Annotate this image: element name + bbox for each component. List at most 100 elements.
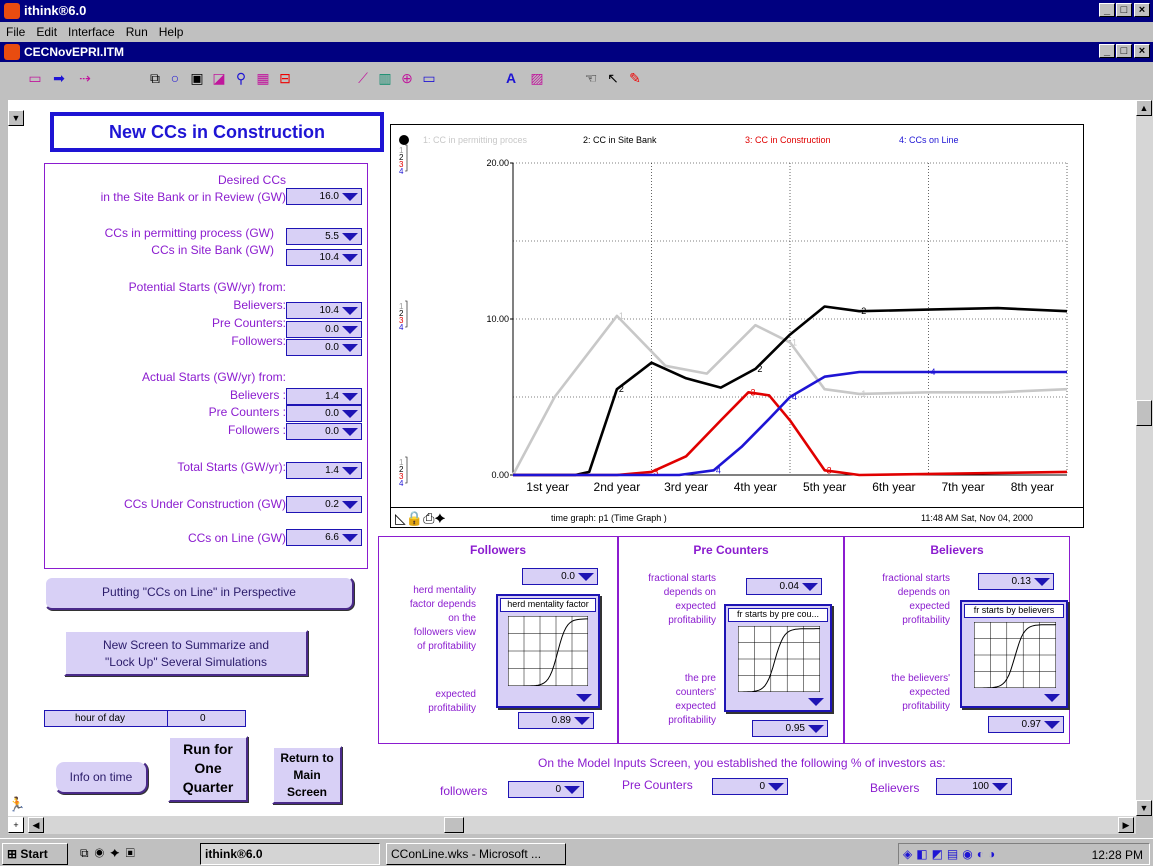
dropdown-icon[interactable] [342, 393, 358, 401]
module-tool-icon[interactable]: ⧉ [146, 70, 164, 86]
run-quarter-button[interactable]: Run for One Quarter [168, 736, 248, 802]
sector-tool-icon[interactable]: ⊟ [276, 70, 294, 86]
act-precounters-field[interactable]: 0.0 [286, 405, 362, 422]
slider-tool-icon[interactable]: ▭ [420, 70, 438, 86]
dropdown-icon[interactable] [342, 410, 358, 418]
text-tool-icon[interactable]: A [502, 70, 520, 86]
tray-icons[interactable]: ◈◧◩▤◉◐◑ [903, 847, 999, 861]
vertical-scrollbar[interactable]: ▲ ▼ [1136, 100, 1153, 816]
dynamite-tool-icon[interactable]: ✎ [626, 70, 644, 86]
dropdown-icon[interactable] [342, 534, 358, 542]
menu-file[interactable]: File [0, 22, 30, 39]
precounters-top-field[interactable]: 0.04 [746, 578, 822, 595]
dropdown-icon[interactable] [578, 573, 594, 581]
dropdown-icon[interactable] [576, 694, 592, 702]
scroll-right-icon[interactable]: ▶ [1118, 817, 1134, 833]
button-tool-icon[interactable]: ▣ [188, 70, 206, 86]
menu-help[interactable]: Help [153, 22, 189, 39]
info-on-time-button[interactable]: Info on time [54, 760, 148, 794]
investors-followers-field[interactable]: 0 [508, 781, 584, 798]
investors-precounters-field[interactable]: 0 [712, 778, 788, 795]
doc-maximize-button[interactable]: □ [1116, 44, 1132, 58]
start-button[interactable]: ⊞ Start [2, 843, 68, 865]
doc-minimize-button[interactable]: _ [1099, 44, 1115, 58]
followers-top-field[interactable]: 0.0 [522, 568, 598, 585]
pot-believers-field[interactable]: 10.4 [286, 302, 362, 319]
herd-mentality-graph[interactable]: herd mentality factor [496, 594, 600, 708]
dropdown-icon[interactable] [808, 698, 824, 706]
precounters-graph[interactable]: fr starts by pre cou... [724, 604, 832, 712]
dropdown-icon[interactable] [342, 193, 358, 201]
table-tool-icon[interactable]: ▦ [254, 70, 272, 86]
hand-tool-icon[interactable]: ☜ [582, 70, 600, 86]
dropdown-icon[interactable] [1044, 694, 1060, 702]
flow-tool-icon[interactable]: ➡ [50, 70, 68, 86]
precounters-bottom-field[interactable]: 0.95 [752, 720, 828, 737]
dropdown-icon[interactable] [342, 344, 358, 352]
total-field[interactable]: 1.4 [286, 462, 362, 479]
search-tool-icon[interactable]: ⚲ [232, 70, 250, 86]
online-field[interactable]: 6.6 [286, 529, 362, 546]
permit-value-field[interactable]: 5.5 [286, 228, 362, 245]
act-followers-field[interactable]: 0.0 [286, 423, 362, 440]
paint-tool-icon[interactable]: ↖ [604, 70, 622, 86]
dropdown-icon[interactable] [992, 783, 1008, 791]
under-construction-field[interactable]: 0.2 [286, 496, 362, 513]
scroll-left-icon[interactable]: ◀ [28, 817, 44, 833]
table-pad-icon[interactable]: ▥ [376, 70, 394, 86]
return-main-button[interactable]: Return to Main Screen [272, 746, 342, 804]
zoom-icon[interactable]: + [8, 817, 24, 833]
taskbar-ithink[interactable]: ithink®6.0 [200, 843, 380, 865]
horizontal-scrollbar[interactable]: + ◀ ▶ [8, 816, 1136, 834]
graph-tool-icon[interactable]: ◪ [210, 70, 228, 86]
converter-tool-icon[interactable]: ○ [166, 70, 184, 86]
page-dropdown-icon[interactable]: ▼ [8, 110, 24, 126]
dropdown-icon[interactable] [342, 233, 358, 241]
sitebank-value-field[interactable]: 10.4 [286, 249, 362, 266]
graph-pad-icon[interactable]: ⟋ [354, 70, 372, 86]
vertical-scroll-thumb[interactable] [1136, 400, 1152, 426]
dropdown-icon[interactable] [808, 725, 824, 733]
dropdown-icon[interactable] [768, 783, 784, 791]
believers-bottom-field[interactable]: 0.97 [988, 716, 1064, 733]
followers-bottom-field[interactable]: 0.89 [518, 712, 594, 729]
connector-tool-icon[interactable]: ⇢ [76, 70, 94, 86]
dropdown-icon[interactable] [342, 326, 358, 334]
stock-tool-icon[interactable]: ▭ [26, 70, 44, 86]
taskbar-wks[interactable]: CConLine.wks - Microsoft ... [386, 843, 566, 865]
menu-edit[interactable]: Edit [30, 22, 62, 39]
dropdown-icon[interactable] [342, 467, 358, 475]
graph-tools-icon[interactable]: ◺🔒⎙✦ [395, 510, 446, 527]
dropdown-icon[interactable] [1034, 578, 1050, 586]
numeric-display-icon[interactable]: ⊕ [398, 70, 416, 86]
pot-precounters-field[interactable]: 0.0 [286, 321, 362, 338]
maximize-button[interactable]: □ [1116, 3, 1132, 17]
dropdown-icon[interactable] [802, 583, 818, 591]
picture-tool-icon[interactable]: ▨ [528, 70, 546, 86]
doc-close-button[interactable]: × [1134, 44, 1150, 58]
runner-icon[interactable]: 🏃 [8, 796, 25, 813]
dropdown-icon[interactable] [342, 254, 358, 262]
summarize-button[interactable]: New Screen to Summarize and "Lock Up" Se… [64, 630, 308, 676]
close-button[interactable]: × [1134, 3, 1150, 17]
perspective-button[interactable]: Putting "CCs on Line" in Perspective [44, 576, 354, 610]
menu-interface[interactable]: Interface [62, 22, 120, 39]
pot-followers-field[interactable]: 0.0 [286, 339, 362, 356]
desired-value-field[interactable]: 16.0 [286, 188, 362, 205]
dropdown-icon[interactable] [342, 307, 358, 315]
investors-believers-field[interactable]: 100 [936, 778, 1012, 795]
dropdown-icon[interactable] [342, 428, 358, 436]
menu-run[interactable]: Run [120, 22, 153, 39]
believers-graph[interactable]: fr starts by believers [960, 600, 1068, 708]
minimize-button[interactable]: _ [1099, 3, 1115, 17]
time-graph-pad[interactable]: 1: CC in permitting proces 2: CC in Site… [390, 124, 1084, 528]
horizontal-scroll-thumb[interactable] [444, 817, 464, 833]
act-believers-field[interactable]: 1.4 [286, 388, 362, 405]
dropdown-icon[interactable] [564, 786, 580, 794]
dropdown-icon[interactable] [342, 501, 358, 509]
believers-top-field[interactable]: 0.13 [978, 573, 1054, 590]
dropdown-icon[interactable] [1044, 721, 1060, 729]
dropdown-icon[interactable] [574, 717, 590, 725]
scroll-up-icon[interactable]: ▲ [1136, 100, 1152, 116]
quick-launch-icons[interactable]: ⧉◉✦▣ [76, 843, 190, 865]
